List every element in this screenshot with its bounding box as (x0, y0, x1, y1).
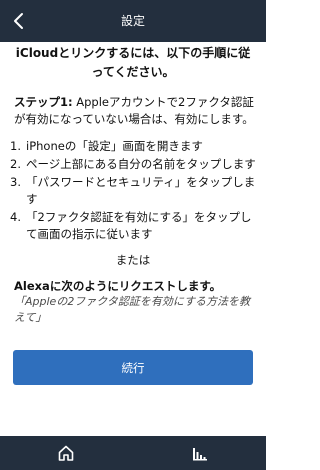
or-separator: または (115, 253, 151, 267)
header-bar: 設定 (0, 0, 266, 42)
list-item-text: 「パスワードとセキュリティ」をタップします (26, 175, 256, 206)
tab-home[interactable] (52, 440, 80, 466)
continue-button[interactable]: 続行 (13, 350, 253, 385)
step-label: ステップ1: (14, 95, 73, 109)
alexa-request-heading: Alexaに次のようにリクエストします。 (14, 279, 222, 293)
intro-text: iCloudとリンクするには、以下の手順に従ってください。 (15, 46, 251, 79)
list-item: 1. iPhoneの「設定」画面を開きます (10, 138, 256, 155)
home-icon (58, 445, 74, 461)
alexa-example-utterance: 「Appleの2ファクタ認証を有効にする方法を教えて」 (14, 295, 250, 324)
list-item-text: ページ上部にある自分の名前をタップします (26, 157, 256, 171)
page-title: 設定 (120, 14, 145, 28)
list-item-text: 「2ファクタ認証を有効にする」をタップして画面の指示に従います (26, 210, 252, 241)
list-item: 3. 「パスワードとセキュリティ」をタップします (10, 174, 256, 208)
list-item-number: 3. (10, 175, 21, 189)
list-item: 2. ページ上部にある自分の名前をタップします (10, 156, 256, 173)
list-item-number: 4. (10, 210, 21, 224)
main-content: iCloudとリンクするには、以下の手順に従ってください。 ステップ1: App… (0, 42, 266, 436)
steps-list: 1. iPhoneの「設定」画面を開きます 2. ページ上部にある自分の名前をタ… (10, 138, 256, 244)
bottom-tab-bar (0, 436, 266, 470)
step-1-description: ステップ1: Appleアカウントで2ファクタ認証が有効になっていない場合は、有… (14, 94, 256, 128)
activity-bars-icon (193, 448, 207, 461)
list-item-text: iPhoneの「設定」画面を開きます (26, 139, 203, 153)
tab-activity[interactable] (186, 440, 214, 466)
list-item-number: 1. (10, 139, 21, 153)
list-item-number: 2. (10, 157, 21, 171)
list-item: 4. 「2ファクタ認証を有効にする」をタップして画面の指示に従います (10, 209, 256, 243)
